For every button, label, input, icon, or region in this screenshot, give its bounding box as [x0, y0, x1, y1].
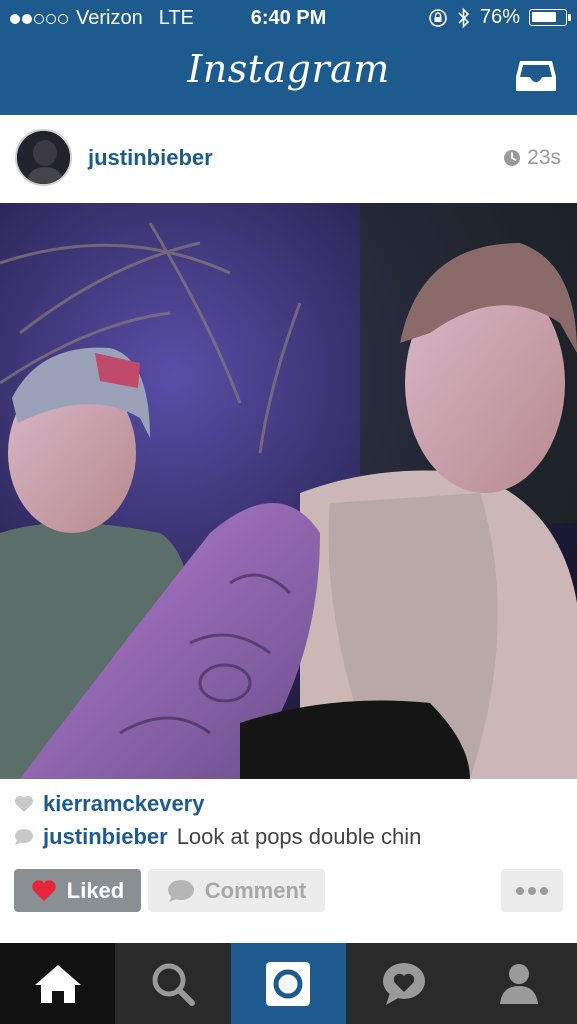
caption-text: Look at pops double chin	[176, 824, 422, 849]
inbox-tray-icon[interactable]	[514, 57, 558, 95]
status-bar: Verizon LTE 6:40 PM 76%	[0, 0, 577, 38]
camera-icon	[266, 961, 311, 1006]
likes-row: kierramckevery	[14, 791, 204, 817]
caption-user-link[interactable]: justinbieber	[43, 824, 168, 850]
tab-profile[interactable]	[462, 943, 577, 1024]
avatar[interactable]	[15, 129, 72, 186]
bottom-tab-bar	[0, 943, 577, 1024]
bluetooth-icon	[458, 7, 470, 28]
search-icon	[152, 963, 196, 1006]
avatar-image	[17, 131, 70, 184]
post-age: 23s	[503, 146, 561, 170]
battery-percent: 76%	[479, 6, 520, 28]
caption-row: justinbieber Look at pops double chin	[14, 824, 421, 850]
battery-fill	[532, 12, 556, 22]
more-dots-icon	[516, 886, 548, 895]
post-username-link[interactable]: justinbieber	[88, 145, 213, 171]
rotation-lock-icon	[429, 8, 447, 27]
heart-small-icon	[15, 796, 33, 812]
liked-label: Liked	[66, 877, 125, 903]
more-options-button[interactable]	[501, 869, 563, 912]
photo-scene	[0, 203, 577, 779]
likes-user-link[interactable]: kierramckevery	[43, 791, 204, 817]
status-right: 76%	[428, 6, 571, 29]
post-age-text: 23s	[527, 146, 561, 169]
tab-activity[interactable]	[346, 943, 461, 1024]
liked-button[interactable]: Liked	[14, 869, 141, 912]
battery-icon	[529, 9, 571, 26]
heart-icon	[32, 880, 56, 901]
activity-heart-icon	[382, 962, 425, 1005]
tab-camera[interactable]	[230, 943, 347, 1024]
comment-button[interactable]: Comment	[148, 869, 325, 912]
comment-bubble-small-icon	[15, 829, 33, 845]
post-header: justinbieber 23s	[0, 115, 577, 203]
post-photo[interactable]	[0, 203, 577, 779]
profile-icon	[500, 963, 539, 1004]
clock-icon	[504, 150, 521, 166]
instagram-logo: Instagram	[187, 47, 390, 91]
battery-nub	[568, 14, 571, 21]
app-header: Verizon LTE 6:40 PM 76% Instagram	[0, 0, 577, 115]
comment-bubble-icon	[167, 879, 194, 902]
tab-home[interactable]	[0, 943, 116, 1024]
comment-label: Comment	[204, 877, 307, 903]
tab-search[interactable]	[115, 943, 230, 1024]
home-icon	[34, 964, 81, 1003]
